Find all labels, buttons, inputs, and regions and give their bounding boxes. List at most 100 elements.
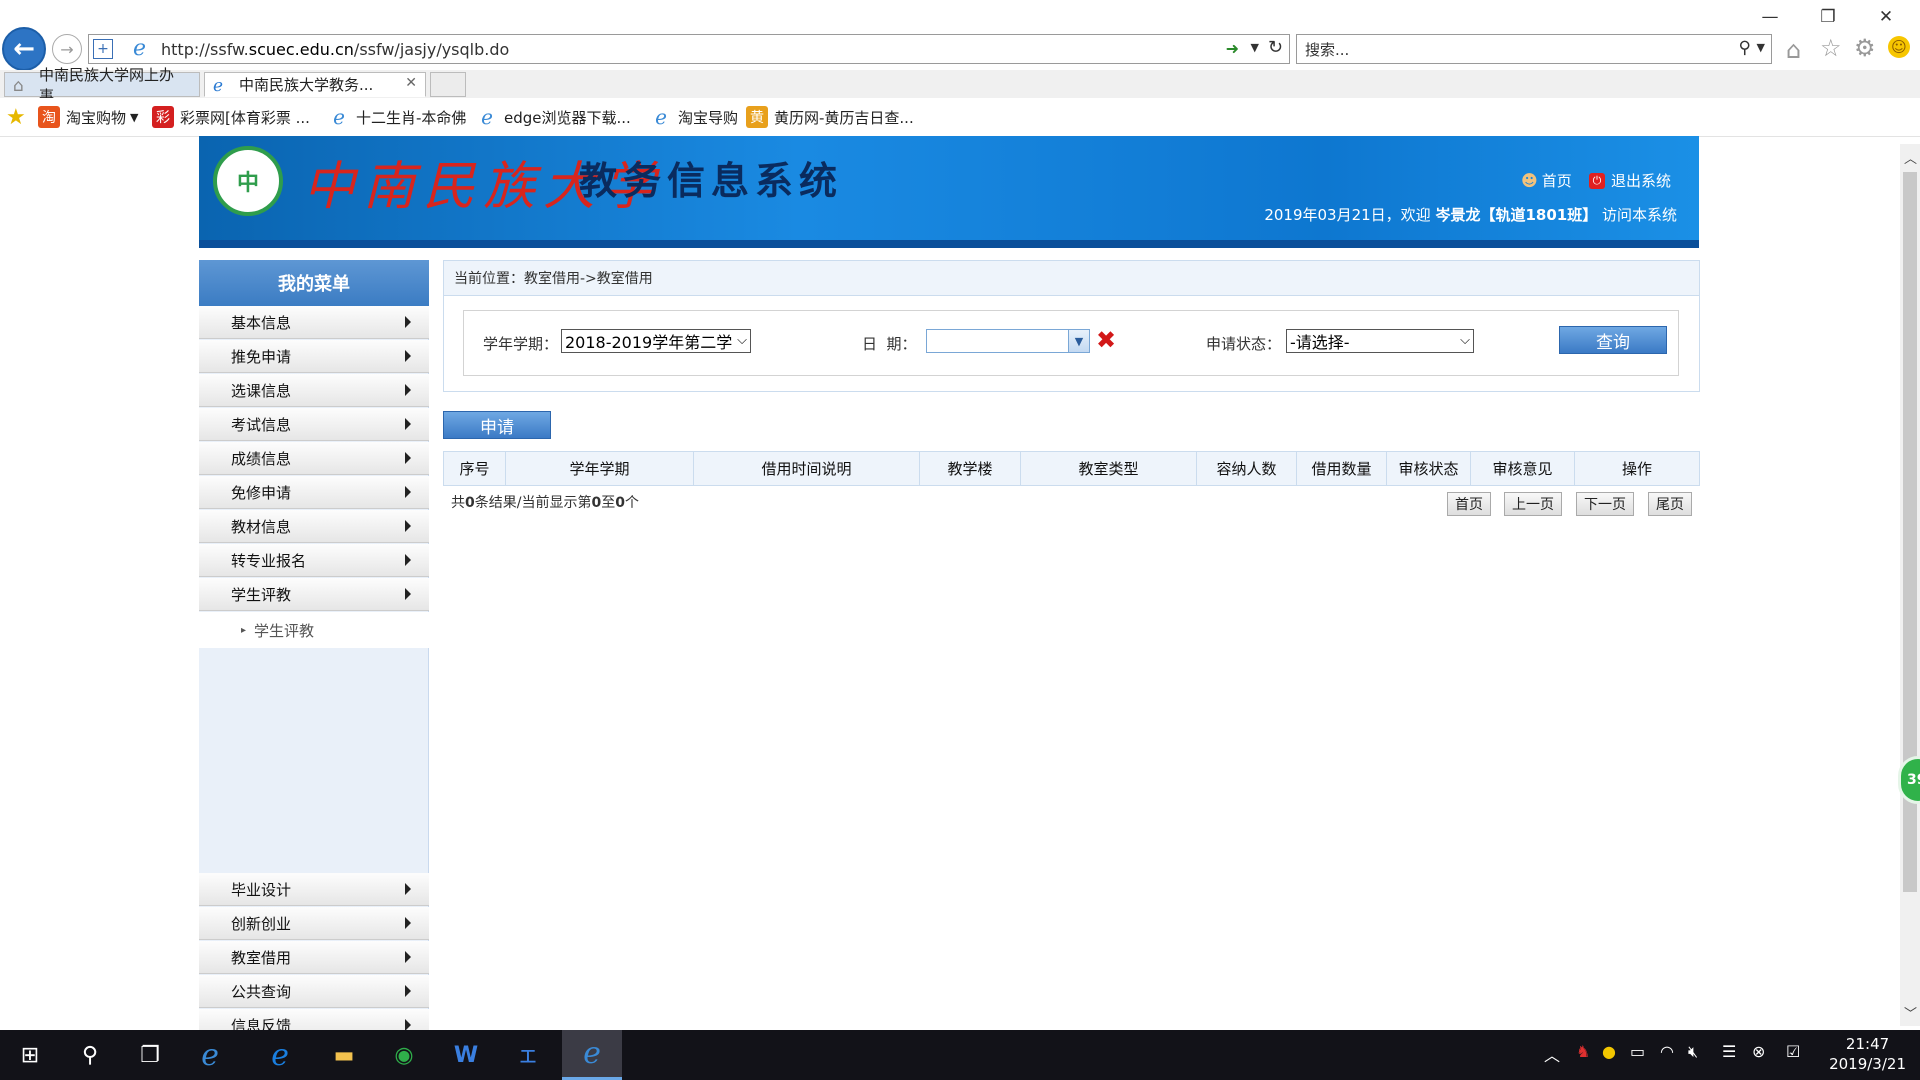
- sidebar-item-zhuanye[interactable]: 转专业报名: [199, 544, 429, 577]
- ie-active-taskbar-icon[interactable]: ℯ: [562, 1030, 622, 1080]
- tab-strip: ⌂ 中南民族大学网上办事... ℯ 中南民族大学教务... ✕: [0, 66, 1920, 105]
- menu-title: 我的菜单: [199, 260, 429, 306]
- ie-page-icon: ℯ: [133, 36, 147, 61]
- compat-view-icon[interactable]: ➜: [1226, 39, 1239, 58]
- fav-huangli[interactable]: 黄黄历网-黄历吉日查...: [746, 106, 914, 128]
- refresh-icon[interactable]: ↻: [1268, 37, 1283, 58]
- home-icon[interactable]: ⌂: [1786, 36, 1801, 64]
- arrow-right-icon: [405, 883, 411, 895]
- fav-edge[interactable]: ℯ edge浏览器下载...: [476, 105, 631, 129]
- sidebar-item-kaoshi[interactable]: 考试信息: [199, 408, 429, 441]
- col-header[interactable]: 借用数量: [1297, 452, 1387, 485]
- clear-date-icon[interactable]: ✖: [1093, 328, 1119, 352]
- close-icon[interactable]: ✕: [1868, 2, 1904, 32]
- col-header[interactable]: 序号: [444, 452, 506, 485]
- system-title: 教务信息系统: [579, 159, 844, 203]
- sidebar-item-biye[interactable]: 毕业设计: [199, 873, 429, 906]
- fav-daogou[interactable]: ℯ 淘宝导购: [650, 105, 738, 129]
- sidebar-item-chuangxin[interactable]: 创新创业: [199, 907, 429, 940]
- volume-mute-icon[interactable]: 🔇︎: [1688, 1042, 1698, 1062]
- restore-icon[interactable]: ❐: [1810, 2, 1846, 32]
- col-header[interactable]: 审核意见: [1471, 452, 1575, 485]
- edge-icon[interactable]: ℯ: [250, 1030, 310, 1080]
- chevron-down-icon: ⌵: [735, 333, 747, 348]
- ie-page-icon: ℯ: [650, 105, 672, 129]
- gear-icon[interactable]: ⚙: [1854, 34, 1876, 62]
- first-page-button[interactable]: 首页: [1447, 492, 1491, 516]
- query-button[interactable]: 查询: [1559, 326, 1667, 354]
- sidebar-item-tuimian[interactable]: 推免申请: [199, 340, 429, 373]
- date-picker-icon[interactable]: ▼: [1068, 330, 1089, 352]
- scroll-down-icon[interactable]: ﹀: [1904, 1003, 1917, 1022]
- battery-icon[interactable]: ▭: [1630, 1042, 1645, 1061]
- next-page-button[interactable]: 下一页: [1576, 492, 1634, 516]
- tab-jiaowu[interactable]: ℯ 中南民族大学教务... ✕: [204, 72, 426, 97]
- sidebar-item-mianxiu[interactable]: 免修申请: [199, 476, 429, 509]
- smiley-icon[interactable]: ☺: [1888, 36, 1910, 58]
- term-select[interactable]: 2018-2019学年第二学 ⌵: [561, 329, 751, 353]
- dropdown-icon[interactable]: ▼: [1251, 41, 1259, 54]
- arrow-right-icon: [405, 985, 411, 997]
- compat-icon[interactable]: +: [93, 39, 113, 59]
- sidebar-item-pingjiao[interactable]: 学生评教: [199, 578, 429, 611]
- col-header[interactable]: 教室类型: [1021, 452, 1197, 485]
- forward-button[interactable]: →: [52, 34, 82, 64]
- arrow-right-icon: [405, 917, 411, 929]
- logout-link[interactable]: ⏻ 退出系统: [1589, 170, 1671, 191]
- action-center-icon[interactable]: ☑: [1786, 1042, 1800, 1061]
- col-header[interactable]: 借用时间说明: [694, 452, 920, 485]
- new-tab-button[interactable]: [430, 72, 466, 97]
- wps-icon[interactable]: W: [436, 1030, 496, 1080]
- search-icon[interactable]: ⚲: [1739, 38, 1751, 58]
- sidebar-item-basic[interactable]: 基本信息: [199, 306, 429, 339]
- col-header[interactable]: 教学楼: [920, 452, 1021, 485]
- sidebar-subitem-pingjiao[interactable]: ▸ 学生评教: [199, 612, 429, 648]
- address-text[interactable]: http://ssfw.scuec.edu.cn/ssfw/jasjy/ysql…: [161, 40, 509, 59]
- start-icon[interactable]: ⊞: [0, 1030, 60, 1080]
- favorites-star-icon[interactable]: ☆: [1820, 34, 1842, 62]
- col-header[interactable]: 容纳人数: [1197, 452, 1297, 485]
- tray-close-icon[interactable]: ⊗: [1752, 1042, 1765, 1061]
- favorites-star-icon[interactable]: ★: [6, 105, 26, 130]
- taskbar: ⊞ ⚲ ❐ ℯ ℯ ▬ ◉ W 工 ℯ ︿ ♞ ● ▭ ◠ 🔇︎ ☰ ⊗ ☑ 2…: [0, 1030, 1920, 1080]
- sidebar-item-chengji[interactable]: 成绩信息: [199, 442, 429, 475]
- site-banner: 中 中南民族大学 教务信息系统 ☻ 首页 ⏻ 退出系统 2019年03月21日，欢迎…: [199, 136, 1699, 248]
- tab-close-icon[interactable]: ✕: [405, 75, 417, 91]
- search-icon[interactable]: ⚲: [60, 1030, 120, 1080]
- sidebar-item-xuanke[interactable]: 选课信息: [199, 374, 429, 407]
- status-select[interactable]: -请选择- ⌵: [1286, 329, 1474, 353]
- ime-icon[interactable]: ☰: [1722, 1042, 1736, 1061]
- file-explorer-icon[interactable]: ▬: [314, 1030, 374, 1080]
- fav-shengxiao[interactable]: ℯ 十二生肖-本命佛: [328, 105, 466, 129]
- prev-page-button[interactable]: 上一页: [1504, 492, 1562, 516]
- home-link[interactable]: ☻ 首页: [1521, 170, 1572, 191]
- sidebar-item-gonggong[interactable]: 公共查询: [199, 975, 429, 1008]
- date-input[interactable]: ▼: [926, 329, 1090, 353]
- search-dropdown-icon[interactable]: ▼: [1757, 41, 1765, 54]
- work-app-icon[interactable]: 工: [498, 1030, 558, 1080]
- fav-caipiao[interactable]: 彩彩票网[体育彩票 ...: [152, 106, 310, 128]
- tray-app-icon[interactable]: ♞: [1576, 1042, 1590, 1061]
- caipiao-icon: 彩: [152, 106, 174, 128]
- col-header[interactable]: 学年学期: [506, 452, 694, 485]
- browser-360-icon[interactable]: ◉: [374, 1030, 434, 1080]
- col-header[interactable]: 操作: [1575, 452, 1699, 485]
- fav-taobao[interactable]: 淘淘宝购物 ▼: [38, 106, 138, 128]
- apply-button[interactable]: 申请: [443, 411, 551, 439]
- last-page-button[interactable]: 尾页: [1648, 492, 1692, 516]
- wifi-icon[interactable]: ◠: [1660, 1042, 1674, 1061]
- scroll-up-icon[interactable]: ︿: [1904, 148, 1917, 167]
- search-input[interactable]: 搜索...: [1305, 39, 1349, 60]
- sidebar-item-jieyong[interactable]: 教室借用: [199, 941, 429, 974]
- minimize-icon[interactable]: —: [1752, 2, 1788, 32]
- tray-360-icon[interactable]: ●: [1602, 1042, 1616, 1061]
- search-box[interactable]: 搜索... ⚲ ▼: [1296, 34, 1772, 64]
- col-header[interactable]: 审核状态: [1387, 452, 1471, 485]
- address-bar[interactable]: + ℯ http://ssfw.scuec.edu.cn/ssfw/jasjy/…: [88, 34, 1290, 64]
- sidebar-item-jiaocai[interactable]: 教材信息: [199, 510, 429, 543]
- clock[interactable]: 21:47 2019/3/21: [1829, 1034, 1906, 1074]
- tray-expand-icon[interactable]: ︿: [1544, 1042, 1560, 1066]
- tab-wangshang[interactable]: ⌂ 中南民族大学网上办事...: [4, 66, 200, 105]
- task-view-icon[interactable]: ❐: [120, 1030, 180, 1080]
- ie-taskbar-icon[interactable]: ℯ: [180, 1030, 240, 1080]
